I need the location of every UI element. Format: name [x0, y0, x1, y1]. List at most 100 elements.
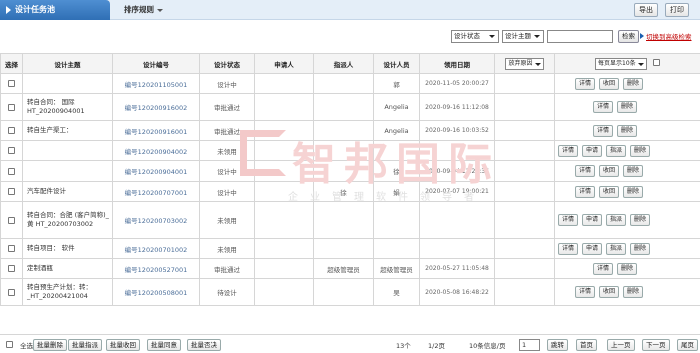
row-claim-date: 2020-09-16 10:03:52 [419, 120, 495, 141]
row-checkbox[interactable] [8, 188, 15, 195]
delete-button[interactable]: 删除 [630, 242, 651, 255]
row-checkbox[interactable] [8, 103, 15, 111]
row-applicant [254, 201, 314, 239]
row-status: 审批通过 [199, 93, 255, 121]
delete-button[interactable]: 删除 [617, 124, 638, 137]
page-size-label: 每页显示10条 [598, 59, 636, 67]
recall-button[interactable]: 收回 [599, 286, 620, 298]
row-select-cell [0, 160, 23, 182]
first-page-button[interactable]: 首页 [576, 339, 597, 351]
row-checkbox[interactable] [8, 127, 15, 134]
batch-approve-button[interactable]: 批量同意 [147, 339, 181, 351]
detail-button[interactable]: 详情 [575, 77, 596, 90]
detail-button[interactable]: 详情 [593, 124, 614, 137]
row-code: 编号120200707001 [112, 181, 200, 202]
prev-page-button[interactable]: 上一页 [607, 339, 635, 351]
batch-assign-button[interactable]: 批量指派 [68, 339, 102, 351]
search-input[interactable] [547, 30, 613, 43]
row-theme: 汽车配件设计 [22, 181, 113, 202]
apply-button[interactable]: 申请 [582, 214, 603, 226]
row-status: 设计中 [199, 160, 255, 182]
row-claim-date: 2020-09-16 11:12:08 [419, 93, 495, 121]
row-applicant [254, 160, 314, 182]
row-checkbox[interactable] [8, 265, 15, 272]
row-checkbox[interactable] [8, 80, 15, 87]
advanced-search-link[interactable]: 切换到高级检索 [640, 31, 692, 41]
delete-button[interactable]: 删除 [623, 286, 644, 298]
row-theme [22, 160, 113, 182]
export-button[interactable]: 导出 [634, 3, 658, 17]
row-designer: Angelia [373, 120, 420, 141]
row-checkbox[interactable] [8, 167, 15, 175]
delete-button[interactable]: 删除 [623, 77, 644, 90]
delete-button[interactable]: 删除 [630, 144, 651, 157]
batch-reject-button[interactable]: 批量否决 [187, 339, 221, 351]
row-select-cell [0, 120, 23, 141]
delete-button[interactable]: 删除 [617, 262, 638, 275]
next-page-button[interactable]: 下一页 [642, 339, 670, 351]
row-claim-date [419, 140, 495, 161]
assign-button[interactable]: 指派 [606, 214, 627, 226]
delete-button[interactable]: 删除 [623, 185, 644, 198]
print-button[interactable]: 打印 [665, 3, 689, 17]
batch-delete-button[interactable]: 批量删除 [33, 339, 67, 351]
detail-button[interactable]: 详情 [575, 165, 596, 177]
col-applicant: 申请人 [254, 53, 314, 74]
batch-recall-button[interactable]: 批量收回 [106, 339, 140, 351]
table-row: 汽车配件设计 编号120200707001 设计中 徐娟 2020-07-07 19:0… [0, 181, 700, 202]
header-checkbox[interactable] [652, 59, 660, 66]
col-assignor: 指派人 [313, 53, 374, 74]
col-operations: 每页显示10条 [554, 53, 700, 74]
row-claim-date: 2020-05-08 16:48:22 [419, 278, 495, 306]
row-abandon-reason [494, 238, 555, 259]
recall-button[interactable]: 收回 [599, 165, 620, 177]
page-info: 1/2页 [428, 342, 445, 350]
page-number-input[interactable]: 1 [519, 339, 540, 351]
delete-button[interactable]: 删除 [630, 214, 651, 226]
detail-button[interactable]: 详情 [558, 242, 579, 255]
row-checkbox[interactable] [8, 245, 15, 252]
apply-button[interactable]: 申请 [582, 242, 603, 255]
row-theme: 转自生产渠工： [22, 120, 113, 141]
row-status: 未领用 [199, 140, 255, 161]
detail-button[interactable]: 详情 [575, 286, 596, 298]
recall-button[interactable]: 收回 [599, 77, 620, 90]
jump-button[interactable]: 跳转 [547, 339, 568, 351]
row-operations: 详情 删除 [554, 93, 700, 121]
row-claim-date: 2020-11-05 20:00:27 [419, 73, 495, 94]
table-row: 转自合同： 国际HT_20200904001 编号120200916002 审批通过… [0, 93, 700, 121]
row-status: 设计中 [199, 73, 255, 94]
row-checkbox[interactable] [8, 216, 15, 224]
table-row: 转自预生产计划：转：_HT_20200421004 编号120200508001 待… [0, 278, 700, 306]
detail-button[interactable]: 详情 [593, 101, 614, 113]
select-all-checkbox[interactable] [6, 341, 13, 348]
assign-button[interactable]: 指派 [606, 242, 627, 255]
row-select-cell [0, 181, 23, 202]
detail-button[interactable]: 详情 [593, 262, 614, 275]
last-page-button[interactable]: 尾页 [677, 339, 698, 351]
row-claim-date [419, 238, 495, 259]
row-applicant [254, 73, 314, 94]
row-operations: 详情 收回 删除 [554, 73, 700, 94]
assign-button[interactable]: 指派 [606, 144, 627, 157]
delete-button[interactable]: 删除 [617, 101, 638, 113]
status-filter-select[interactable]: 设计状态 [451, 30, 499, 43]
row-checkbox[interactable] [8, 288, 15, 296]
apply-button[interactable]: 申请 [582, 144, 603, 157]
detail-button[interactable]: 详情 [558, 144, 579, 157]
page-size-select[interactable]: 每页显示10条 [595, 57, 647, 70]
sort-rule-menu[interactable]: 排序规则 [124, 0, 163, 20]
row-claim-date: 2020-09-04 12:27:37 [419, 160, 495, 182]
search-button[interactable]: 检索 [618, 30, 639, 43]
page-title-tab: 设计任务池 [0, 0, 110, 20]
abandon-reason-select[interactable]: 放弃原因 [505, 57, 544, 70]
theme-filter-select[interactable]: 设计主题 [502, 30, 544, 43]
chevron-down-icon [157, 8, 163, 12]
detail-button[interactable]: 详情 [575, 185, 596, 198]
recall-button[interactable]: 收回 [599, 185, 620, 198]
detail-button[interactable]: 详情 [558, 214, 579, 226]
row-checkbox[interactable] [8, 147, 15, 154]
table-row: 转自项目： 软件 编号120200701002 未领用 详情 申请 指派 删除 [0, 238, 700, 259]
row-code: 编号120200916002 [112, 93, 200, 121]
delete-button[interactable]: 删除 [623, 165, 644, 177]
